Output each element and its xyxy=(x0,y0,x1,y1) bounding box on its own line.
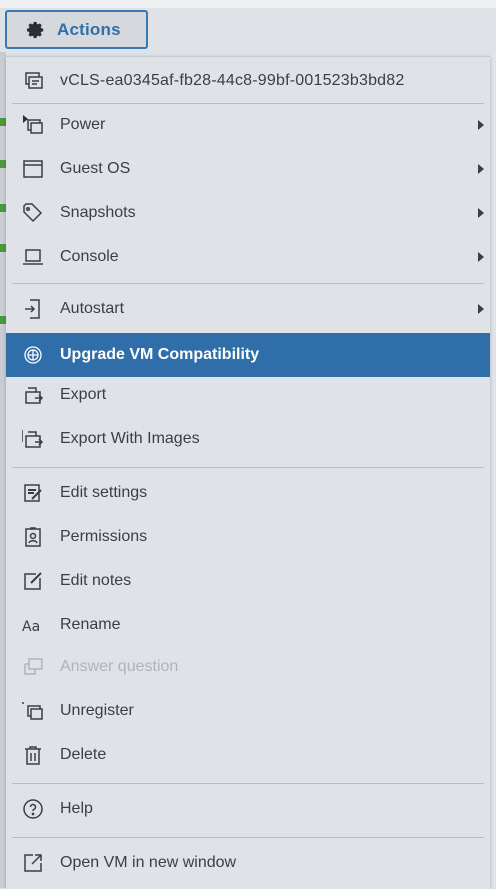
menu-item-permissions[interactable]: Permissions xyxy=(6,515,490,559)
export-images-icon xyxy=(22,430,44,448)
menu-separator xyxy=(12,837,484,838)
menu-item-autostart[interactable]: Autostart xyxy=(6,287,490,331)
menu-item-snapshots[interactable]: Snapshots xyxy=(6,191,490,235)
menu-header-vm-name: vCLS-ea0345af-fb28-44c8-99bf-001523b3bd8… xyxy=(6,59,490,103)
tag-icon xyxy=(23,203,43,223)
export-icon xyxy=(25,387,44,404)
svg-text:Aa: Aa xyxy=(22,619,40,635)
actions-button[interactable]: Actions xyxy=(5,10,148,49)
help-icon xyxy=(23,799,43,819)
menu-item-upgrade-vm-compatibility[interactable]: Upgrade VM Compatibility xyxy=(6,333,490,377)
edit-settings-icon xyxy=(24,484,42,502)
menu-item-export-with-images[interactable]: Export With Images xyxy=(6,417,490,461)
menu-item-rename[interactable]: Aa Rename xyxy=(6,603,490,647)
menu-item-unregister[interactable]: Unregister xyxy=(6,689,490,733)
menu-item-answer-question[interactable]: Answer question xyxy=(6,645,490,689)
open-external-icon xyxy=(24,854,42,872)
submenu-arrow-icon xyxy=(478,304,484,314)
actions-button-label: Actions xyxy=(57,19,121,39)
menu-separator xyxy=(12,467,484,468)
menu-separator xyxy=(12,783,484,784)
menu-item-export[interactable]: Export xyxy=(6,373,490,417)
menu-item-help[interactable]: Help xyxy=(6,787,490,831)
menu-item-edit-notes[interactable]: Edit notes xyxy=(6,559,490,603)
menu-item-edit-settings[interactable]: Edit settings xyxy=(6,471,490,515)
menu-item-console[interactable]: Console xyxy=(6,235,490,279)
autostart-icon xyxy=(25,299,40,319)
vm-icon xyxy=(25,72,43,89)
actions-menu: vCLS-ea0345af-fb28-44c8-99bf-001523b3bd8… xyxy=(6,56,490,889)
submenu-arrow-icon xyxy=(478,120,484,130)
menu-separator xyxy=(12,283,484,284)
upgrade-icon xyxy=(24,346,42,364)
edit-notes-icon xyxy=(24,572,42,590)
laptop-icon xyxy=(23,249,43,265)
top-bar xyxy=(0,0,496,8)
menu-item-delete[interactable]: Delete xyxy=(6,733,490,777)
gear-icon xyxy=(27,21,44,38)
menu-item-open-vm-in-new-window[interactable]: Open VM in new window xyxy=(6,841,490,885)
submenu-arrow-icon xyxy=(478,208,484,218)
rename-icon: Aa xyxy=(22,619,40,635)
window-icon xyxy=(23,160,43,178)
answer-question-icon xyxy=(24,658,43,675)
menu-item-power[interactable]: Power xyxy=(6,103,490,147)
submenu-arrow-icon xyxy=(478,252,484,262)
power-icon xyxy=(23,115,43,134)
trash-icon xyxy=(25,746,41,765)
menu-item-guest-os[interactable]: Guest OS xyxy=(6,147,490,191)
permissions-icon xyxy=(25,527,41,547)
submenu-arrow-icon xyxy=(478,164,484,174)
unregister-icon xyxy=(22,702,43,720)
